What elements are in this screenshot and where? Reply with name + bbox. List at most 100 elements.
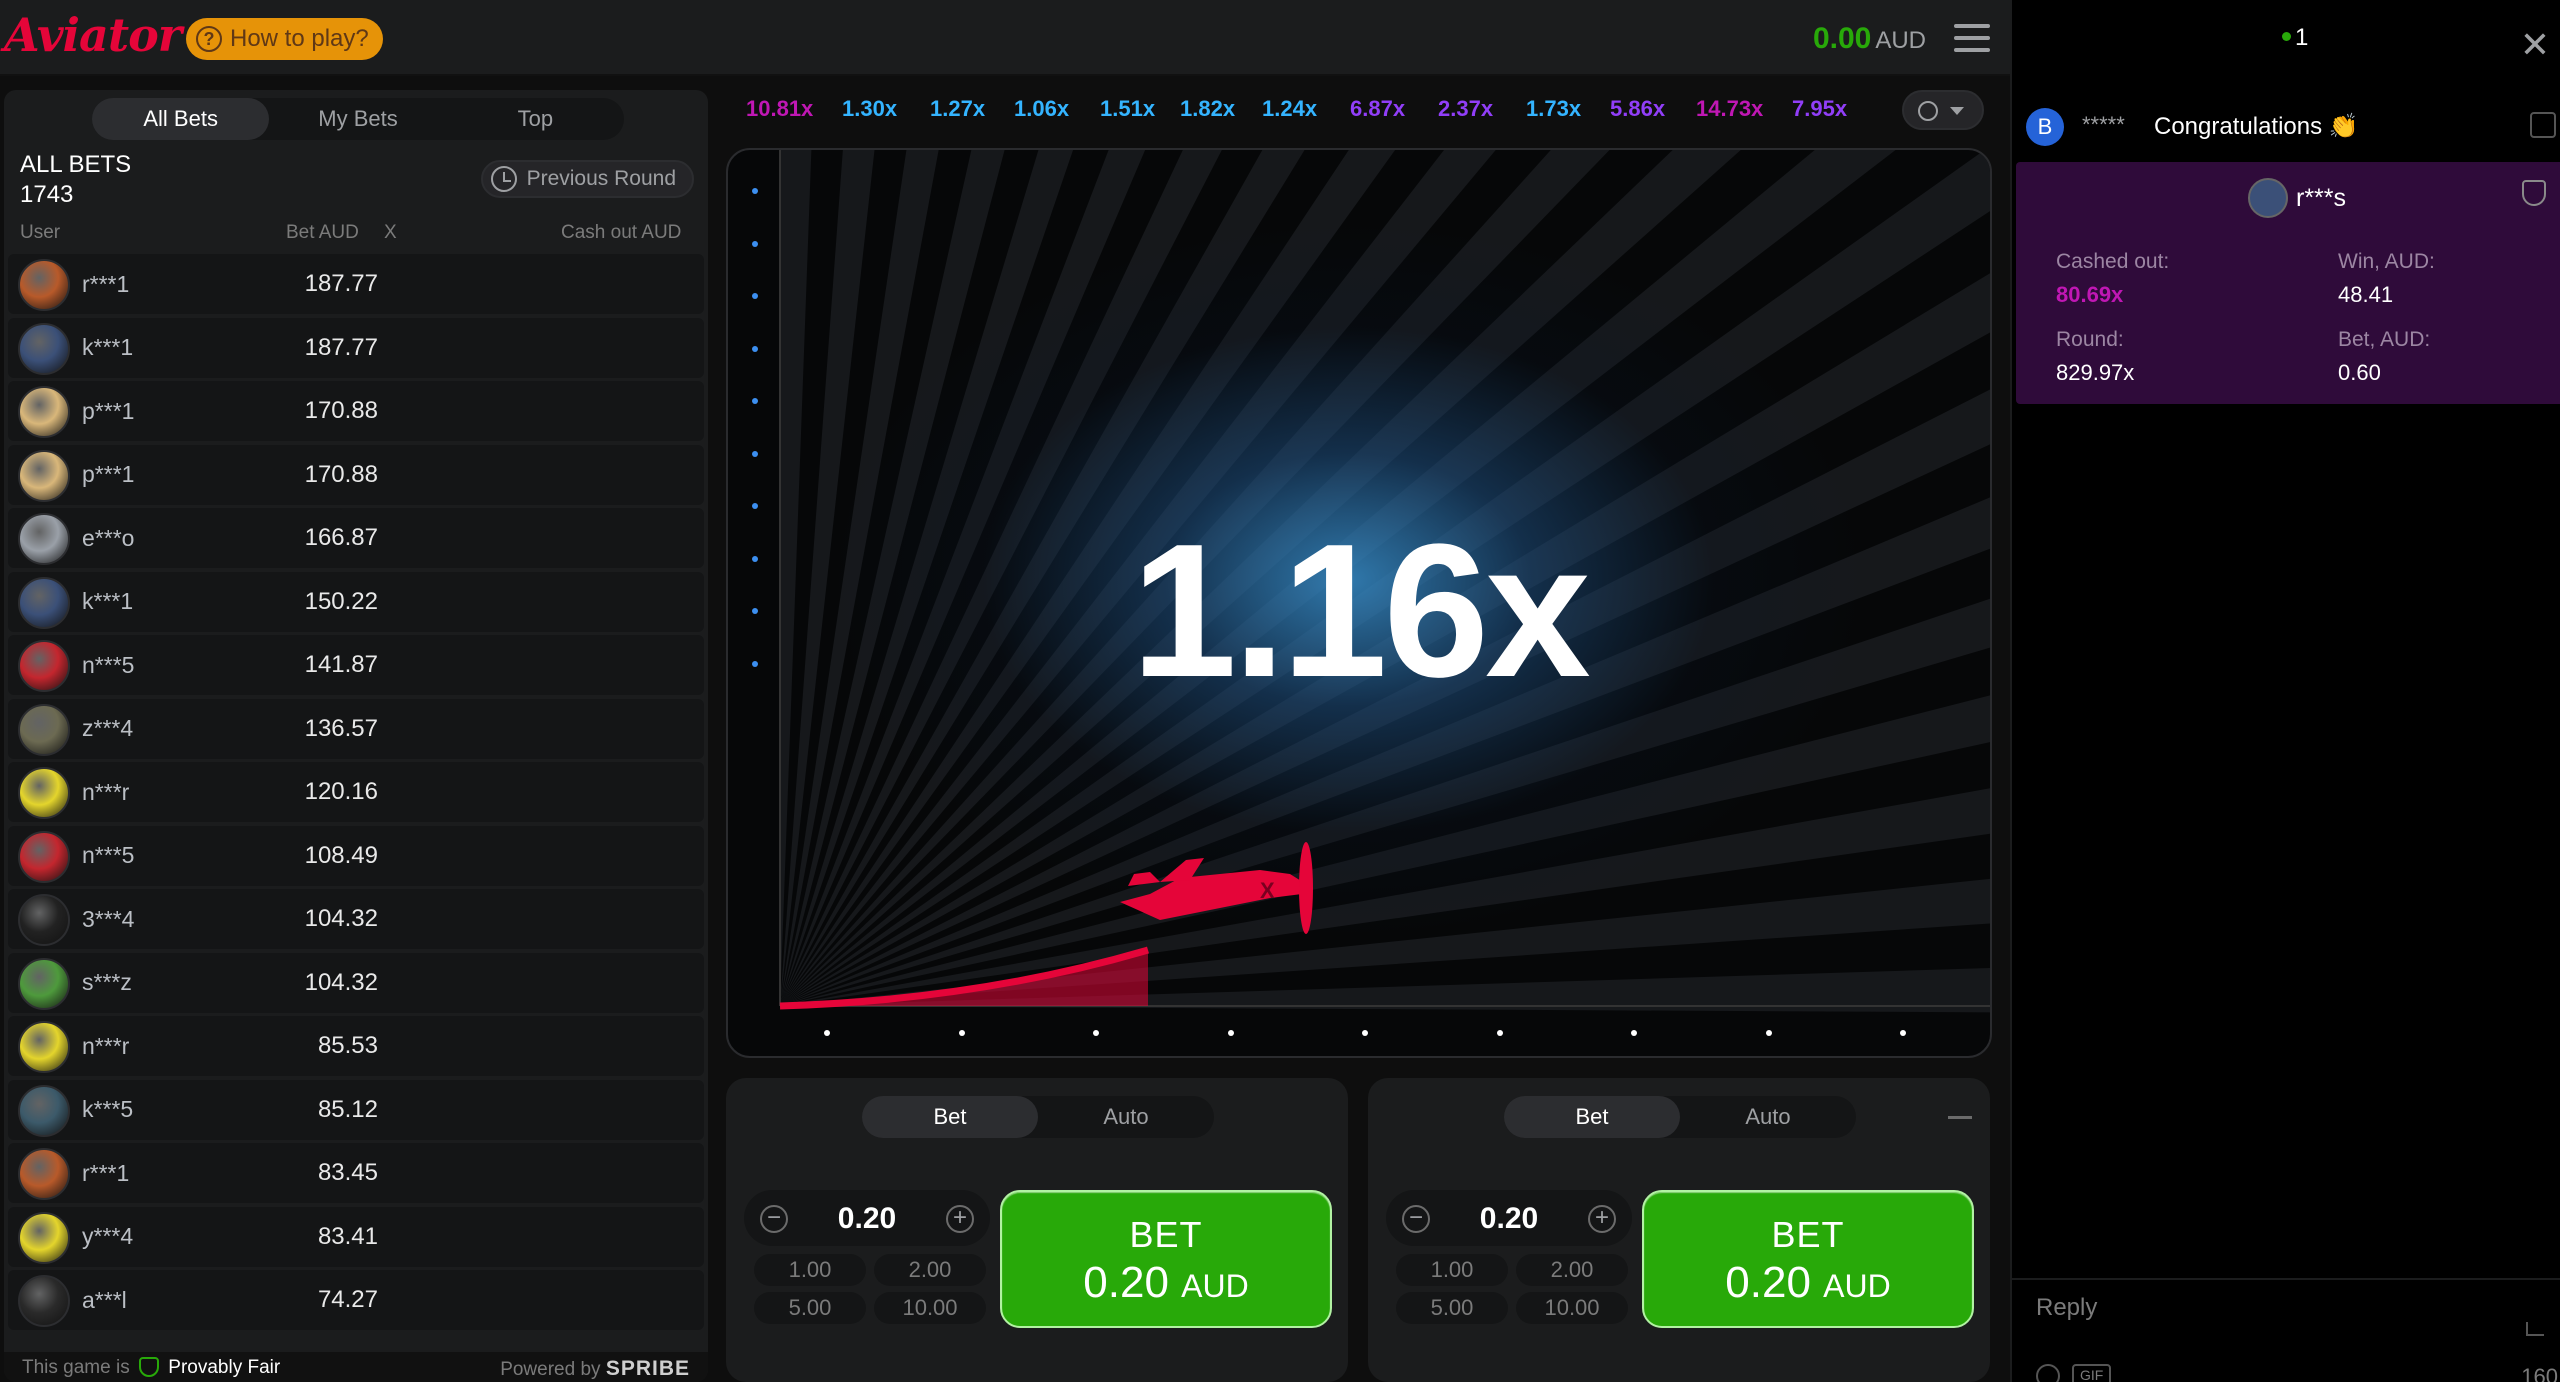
tab-auto[interactable]: Auto xyxy=(1038,1096,1214,1138)
history-multiplier[interactable]: 1.51x xyxy=(1100,96,1155,122)
tab-all-bets[interactable]: All Bets xyxy=(92,98,270,140)
bet-amount-value[interactable]: 0.20 xyxy=(804,1202,930,1236)
quick-amount-10[interactable]: 10.00 xyxy=(1516,1292,1628,1324)
avatar xyxy=(18,1211,70,1264)
avatar xyxy=(18,1148,70,1200)
bet-button-label: BET xyxy=(1771,1214,1845,1255)
online-count: 1 xyxy=(2282,24,2308,52)
bet-user: s***z xyxy=(82,969,132,995)
provably-fair-note[interactable]: This game is Provably Fair xyxy=(22,1357,280,1379)
win-value: 48.41 xyxy=(2338,282,2394,307)
footer-text: This game is xyxy=(22,1357,130,1378)
x-axis-dot xyxy=(1496,1030,1503,1036)
increase-button[interactable]: + xyxy=(1588,1205,1616,1233)
top-header: Aviator ? How to play? 0.00 AUD xyxy=(0,0,2010,76)
win-label: Win, AUD: xyxy=(2338,250,2435,273)
bet-amount: 187.77 xyxy=(304,333,378,361)
place-bet-button[interactable]: BET 0.20 AUD xyxy=(1000,1190,1332,1328)
tab-top[interactable]: Top xyxy=(447,98,624,140)
bet-label: Bet, AUD: xyxy=(2338,328,2431,351)
bet-panel-2: Bet Auto − 0.20 + 1.00 2.00 5.00 10.00 B… xyxy=(1368,1078,1990,1382)
bet-row: a***l 74.27 xyxy=(8,1270,704,1330)
bet-user: r***1 xyxy=(82,270,130,297)
quick-amount-2[interactable]: 2.00 xyxy=(1516,1254,1628,1286)
bet-row: e***o 166.87 xyxy=(8,508,704,568)
quick-amount-2[interactable]: 2.00 xyxy=(874,1254,986,1286)
reply-input[interactable]: Reply xyxy=(2036,1294,2097,1322)
bet-amount: 85.53 xyxy=(317,1032,378,1059)
avatar xyxy=(18,576,70,629)
bet-row: n***r 85.53 xyxy=(8,1016,704,1076)
bet-amount: 120.16 xyxy=(304,778,378,805)
bet-amount: 74.27 xyxy=(317,1286,378,1313)
bet-amount-value[interactable]: 0.20 xyxy=(1446,1202,1572,1236)
avatar xyxy=(18,1275,70,1327)
avatar xyxy=(18,894,70,946)
tab-bet[interactable]: Bet xyxy=(1504,1096,1680,1138)
bet-user: z***4 xyxy=(82,715,134,741)
history-multiplier[interactable]: 1.73x xyxy=(1526,96,1581,122)
all-bets-count: 1743 xyxy=(20,181,74,208)
quick-amount-1[interactable]: 1.00 xyxy=(754,1254,866,1286)
x-axis-dot xyxy=(824,1030,830,1036)
x-axis-dot xyxy=(1631,1030,1637,1036)
decrease-button[interactable]: − xyxy=(1402,1205,1430,1233)
quick-amount-5[interactable]: 5.00 xyxy=(754,1292,866,1324)
send-icon[interactable] xyxy=(2526,1322,2544,1336)
verify-shield-icon[interactable] xyxy=(2522,180,2546,206)
avatar xyxy=(18,1021,70,1073)
history-multiplier[interactable]: 1.27x xyxy=(930,96,985,122)
provably-fair-link[interactable]: Provably Fair xyxy=(168,1357,280,1378)
quick-amount-1[interactable]: 1.00 xyxy=(1396,1254,1508,1286)
history-multiplier[interactable]: 5.86x xyxy=(1610,96,1665,122)
gif-button[interactable]: GIF xyxy=(2072,1364,2112,1382)
flight-area xyxy=(780,950,1148,1006)
history-multiplier[interactable]: 2.37x xyxy=(1438,96,1493,122)
bet-button-amount: 0.20 xyxy=(1083,1258,1169,1307)
history-multiplier[interactable]: 1.06x xyxy=(1014,96,1069,122)
bet-amount: 104.32 xyxy=(304,968,378,996)
previous-round-button[interactable]: Previous Round xyxy=(480,160,694,198)
avatar xyxy=(18,386,70,438)
history-multiplier[interactable]: 14.73x xyxy=(1696,96,1763,122)
decrease-button[interactable]: − xyxy=(760,1205,788,1233)
history-multiplier[interactable]: 6.87x xyxy=(1350,96,1405,122)
bet-button-currency: AUD xyxy=(1823,1268,1891,1304)
history-multiplier[interactable]: 7.95x xyxy=(1792,96,1847,122)
bet-amount: 104.32 xyxy=(304,905,378,932)
emoji-icon[interactable] xyxy=(2036,1364,2060,1382)
bet-row: k***1 187.77 xyxy=(8,317,704,378)
tab-my-bets[interactable]: My Bets xyxy=(269,98,446,140)
tab-auto[interactable]: Auto xyxy=(1680,1096,1856,1138)
history-multiplier[interactable]: 1.82x xyxy=(1180,96,1235,122)
avatar xyxy=(18,259,70,311)
bet-amount: 108.49 xyxy=(304,841,378,869)
chat-reply-box[interactable]: Reply GIF 160 xyxy=(2012,1278,2560,1382)
bet-button-amount-line: 0.20 AUD xyxy=(1002,1258,1330,1308)
how-to-play-button[interactable]: ? How to play? xyxy=(186,18,383,60)
avatar xyxy=(18,1084,70,1137)
place-bet-button[interactable]: BET 0.20 AUD xyxy=(1642,1190,1974,1328)
history-multiplier[interactable]: 10.81x xyxy=(746,96,813,122)
quick-amount-10[interactable]: 10.00 xyxy=(874,1292,986,1324)
history-multiplier[interactable]: 1.24x xyxy=(1262,96,1317,122)
close-icon[interactable]: ✕ xyxy=(2520,24,2550,66)
tab-bet[interactable]: Bet xyxy=(862,1096,1038,1138)
avatar xyxy=(18,830,70,883)
bet-user: k***5 xyxy=(82,1096,134,1122)
svg-text:X: X xyxy=(1260,878,1275,903)
avatar: B xyxy=(2026,108,2064,146)
increase-button[interactable]: + xyxy=(946,1205,974,1233)
quick-amount-5[interactable]: 5.00 xyxy=(1396,1292,1508,1324)
balance-currency: AUD xyxy=(1875,27,1926,54)
like-icon[interactable] xyxy=(2530,112,2556,138)
bet-amount: 136.57 xyxy=(304,714,378,742)
bet-button-label: BET xyxy=(1129,1214,1203,1255)
remove-panel-icon[interactable] xyxy=(1948,1116,1972,1119)
menu-icon[interactable] xyxy=(1954,24,1990,52)
history-multiplier[interactable]: 1.30x xyxy=(842,96,897,122)
history-toggle-button[interactable] xyxy=(1902,90,1984,130)
x-axis-dot xyxy=(1093,1030,1099,1036)
shared-win-card: r***s Cashed out: 80.69x Win, AUD: 48.41… xyxy=(2016,162,2560,404)
bets-tabs: All Bets My Bets Top xyxy=(92,98,624,140)
